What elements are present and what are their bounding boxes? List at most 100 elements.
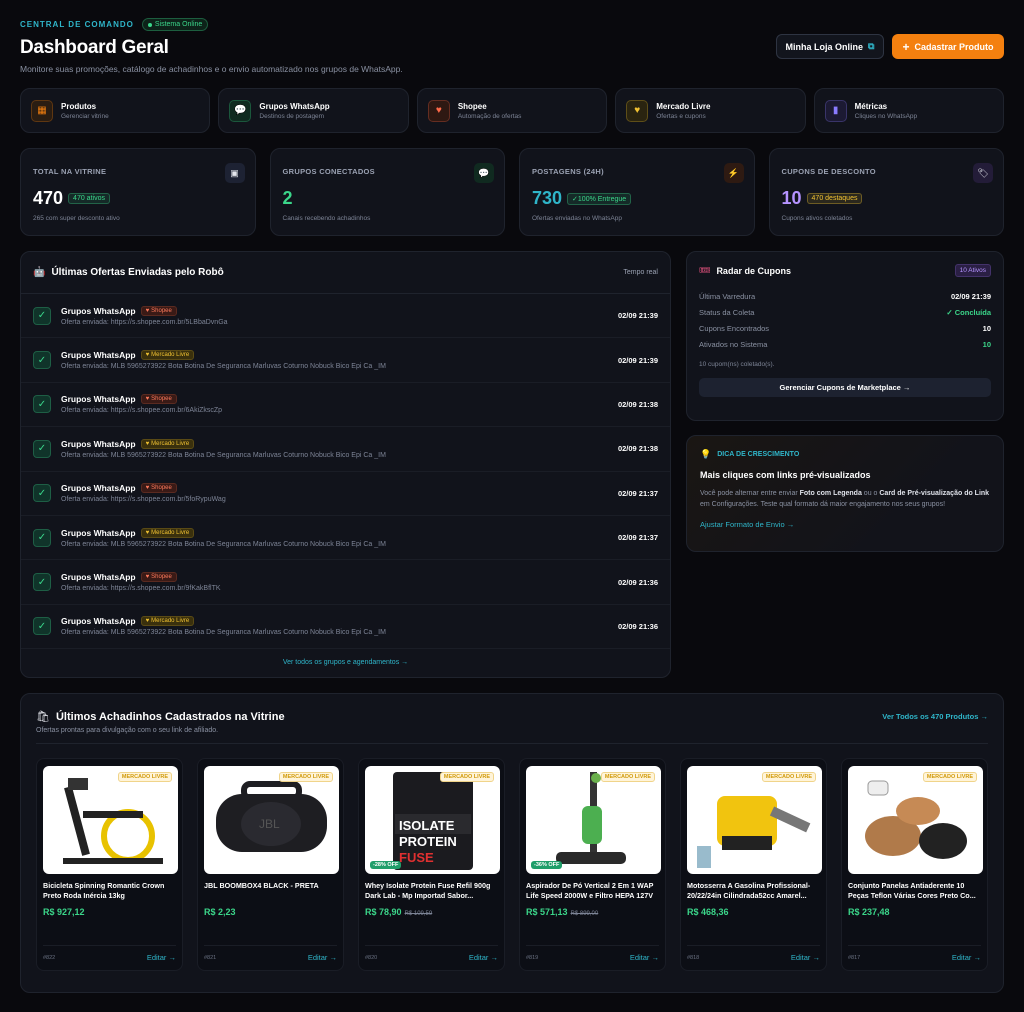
offer-content: Grupos WhatsApp ♥ Shopee Oferta enviada: ht…	[61, 394, 618, 414]
handshake-icon: ♥	[145, 618, 150, 625]
offer-row[interactable]: ✓ Grupos WhatsApp ♥ Mercado Livre Oferta env…	[21, 516, 670, 561]
stat-badge: 470 ativos	[68, 193, 110, 204]
view-all-products-link[interactable]: Ver Todos os 470 Produtos →	[882, 712, 988, 721]
heart-icon: ♥	[145, 485, 150, 492]
radar-badge: 10 Ativos	[954, 264, 991, 277]
marketplace-tag: ♥ Mercado Livre	[140, 350, 195, 361]
nav-item-mercado-livre[interactable]: ♥ Mercado Livre Ofertas e cupons	[615, 88, 806, 133]
product-card[interactable]: MERCADO LIVRE Conjunto Panelas Antiaderen…	[841, 758, 988, 971]
offer-description: Oferta enviada: https://s.shopee.com.br/…	[61, 318, 228, 326]
product-card[interactable]: MERCADO LIVRE Bicicleta Spinning Romantic…	[36, 758, 183, 971]
stat-card: TOTAL NA VITRINE ▣ 470 470 ativos 265 com su…	[20, 148, 256, 236]
handshake-icon: ♥	[145, 352, 150, 359]
product-image[interactable]: MERCADO LIVRE	[687, 766, 822, 874]
offer-row[interactable]: ✓ Grupos WhatsApp ♥ Shopee Oferta enviada: h…	[21, 560, 670, 605]
marketplace-badge: MERCADO LIVRE	[922, 772, 977, 782]
product-image[interactable]: MERCADO LIVRE	[848, 766, 983, 874]
check-icon: ✓	[33, 528, 51, 547]
adjust-format-link[interactable]: Ajustar Formato de Envio →	[700, 520, 990, 529]
product-card[interactable]: MERCADO LIVRE Motosserra A Gasolina Profi…	[680, 758, 827, 971]
product-name: Conjunto Panelas Antiaderente 10 Peças T…	[848, 881, 976, 900]
edit-product-link[interactable]: Editar →	[791, 953, 820, 962]
offer-description: Oferta enviada: MLB 5965273922 Bota Boti…	[61, 629, 386, 637]
product-footer: #821 Editar →	[204, 945, 337, 962]
lightning-icon: ⚡	[723, 163, 744, 183]
offer-timestamp: 02/09 21:36	[617, 577, 658, 587]
product-card[interactable]: MERCADO LIVRE -36% OFF Aspirador De Pó Ver…	[519, 758, 666, 971]
edit-product-link[interactable]: Editar →	[952, 953, 981, 962]
product-card[interactable]: JBL MERCADO LIVRE JBL BOOMBOX4 BLACK - PRE…	[197, 758, 344, 971]
offer-row[interactable]: ✓ Grupos WhatsApp ♥ Mercado Livre Oferta env…	[21, 605, 670, 650]
offer-group-name: Grupos WhatsApp	[61, 527, 136, 538]
offer-row[interactable]: ✓ Grupos WhatsApp ♥ Shopee Oferta enviada: h…	[21, 472, 670, 516]
product-footer: #820 Editar →	[365, 945, 498, 962]
marketplace-tag-label: Shopee	[151, 485, 172, 492]
product-image[interactable]: MERCADO LIVRE	[43, 766, 178, 874]
offer-title-row: Grupos WhatsApp ♥ Mercado Livre	[61, 438, 618, 449]
offer-content: Grupos WhatsApp ♥ Mercado Livre Oferta envi…	[61, 616, 618, 636]
product-image[interactable]: JBL MERCADO LIVRE	[204, 766, 339, 874]
product-id: #819	[526, 954, 539, 961]
quick-nav: ▦ Produtos Gerenciar vitrine 💬 Grupos WhatsA…	[20, 88, 1005, 133]
stat-subtitle: 265 com super desconto ativo	[33, 215, 120, 222]
offer-group-name: Grupos WhatsApp	[61, 350, 136, 361]
stat-value-row: 10 470 destaques	[782, 188, 992, 209]
showcase-header: 🛍 Últimos Achadinhos Cadastrados na Vitr…	[36, 710, 988, 724]
product-price: R$ 237,48	[848, 907, 890, 917]
edit-product-link[interactable]: Editar →	[147, 953, 176, 962]
nav-item-title: Métricas	[854, 101, 888, 111]
tip-text-3: em Configurações. Teste qual formato dá …	[700, 501, 946, 508]
nav-item-shopee[interactable]: ♥ Shopee Automação de ofertas	[416, 88, 608, 133]
edit-product-link[interactable]: Editar →	[630, 953, 659, 962]
nav-item-métricas[interactable]: ▮ Métricas Cliques no WhatsApp	[813, 88, 1005, 133]
edit-product-link[interactable]: Editar →	[469, 953, 498, 962]
tip-text-1: Você pode alternar entre enviar	[700, 490, 800, 497]
lightbulb-icon: 💡	[700, 449, 712, 459]
eyebrow-label: CENTRAL DE COMANDO	[20, 20, 134, 29]
product-card[interactable]: ISOLATE PROTEIN FUSE MERCADO LIVRE -28% OFF W…	[358, 758, 505, 971]
offer-row[interactable]: ✓ Grupos WhatsApp ♥ Mercado Livre Oferta env…	[21, 427, 670, 472]
offer-group-name: Grupos WhatsApp	[61, 483, 136, 494]
stat-subtitle: Cupons ativos coletados	[781, 215, 853, 222]
my-store-button[interactable]: Minha Loja Online ⧉	[776, 34, 884, 59]
nav-item-subtitle: Ofertas e cupons	[656, 112, 706, 120]
nav-item-subtitle: Destinos de postagem	[259, 112, 325, 120]
product-image[interactable]: ISOLATE PROTEIN FUSE MERCADO LIVRE -28% OFF	[365, 766, 500, 874]
check-icon: ✓	[33, 351, 51, 370]
offers-footer-link[interactable]: Ver todos os grupos e agendamentos →	[21, 649, 670, 676]
radar-row-key: Última Varredura	[699, 292, 756, 301]
product-photo	[63, 778, 163, 864]
radar-row-key: Status da Coleta	[699, 308, 755, 317]
product-old-price: R$ 109,59	[404, 911, 433, 917]
add-product-button[interactable]: + Cadastrar Produto	[892, 34, 1004, 59]
offer-row[interactable]: ✓ Grupos WhatsApp ♥ Mercado Livre Oferta env…	[21, 338, 670, 383]
radar-row-value: 10	[982, 324, 991, 333]
radar-details: Última Varredura 02/09 21:39 Status da Col…	[699, 292, 991, 349]
nav-item-produtos[interactable]: ▦ Produtos Gerenciar vitrine	[20, 88, 211, 133]
offer-content: Grupos WhatsApp ♥ Mercado Livre Oferta envi…	[61, 350, 618, 370]
product-price-row: R$ 237,48	[848, 907, 981, 917]
offer-group-name: Grupos WhatsApp	[61, 305, 136, 316]
product-id: #821	[204, 954, 217, 961]
edit-product-link[interactable]: Editar →	[308, 953, 337, 962]
nav-item-text: Grupos WhatsApp Destinos de postagem	[259, 102, 329, 120]
marketplace-tag: ♥ Shopee	[140, 394, 177, 405]
nav-item-grupos-whatsapp[interactable]: 💬 Grupos WhatsApp Destinos de postagem	[218, 88, 409, 133]
stat-subtitle: Ofertas enviadas no WhatsApp	[532, 215, 622, 222]
product-price: R$ 2,23	[204, 907, 236, 917]
product-id: #817	[848, 954, 861, 961]
product-photo: ISOLATEPROTEINFUSE	[393, 772, 473, 870]
offer-row[interactable]: ✓ Grupos WhatsApp ♥ Shopee Oferta enviada: h…	[21, 383, 670, 428]
offer-description: Oferta enviada: MLB 5965273922 Bota Boti…	[61, 363, 386, 371]
marketplace-tag: ♥ Mercado Livre	[140, 438, 195, 449]
external-link-icon: ⧉	[868, 41, 875, 51]
product-name: Bicicleta Spinning Romantic Crown Preto …	[43, 881, 165, 900]
radar-row: Última Varredura 02/09 21:39	[699, 292, 991, 301]
divider	[36, 743, 988, 744]
radar-title: Radar de Cupons	[716, 265, 791, 276]
offer-row[interactable]: ✓ Grupos WhatsApp ♥ Shopee Oferta enviada: h…	[21, 294, 670, 339]
manage-coupons-button[interactable]: Gerenciar Cupons de Marketplace →	[699, 378, 991, 397]
product-image[interactable]: MERCADO LIVRE -36% OFF	[526, 766, 661, 874]
svg-text:PROTEIN: PROTEIN	[399, 834, 457, 849]
nav-item-title: Mercado Livre	[656, 101, 711, 111]
